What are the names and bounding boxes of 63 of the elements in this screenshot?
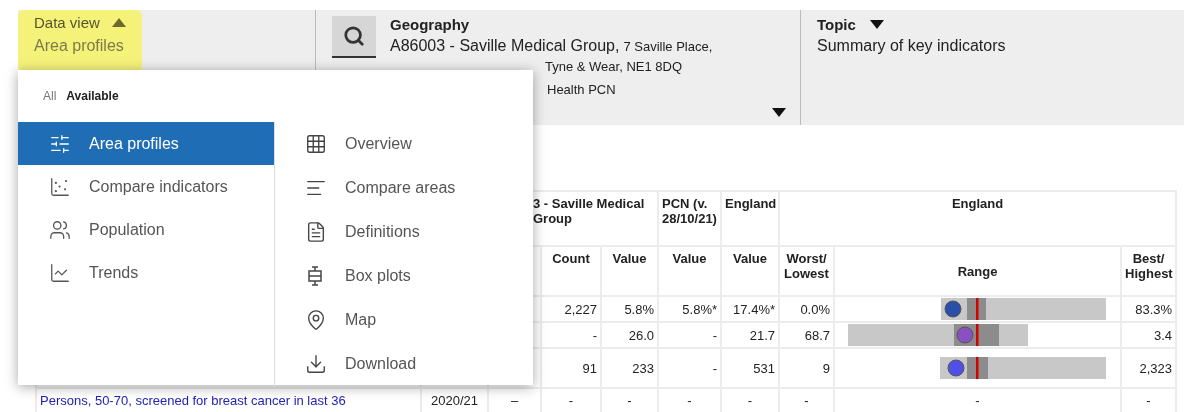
data-view-value: Area profiles	[34, 37, 125, 55]
search-icon	[343, 25, 365, 47]
sliders-icon	[49, 132, 71, 155]
table-cell: 91	[541, 348, 601, 388]
topic-label[interactable]: Topic	[817, 16, 856, 33]
menu-item[interactable]: Trends	[18, 251, 274, 294]
table-cell: -	[541, 322, 601, 348]
document-icon	[305, 221, 327, 243]
address-text: Tyne & Wear, NE1 8DQ	[545, 59, 684, 74]
column-header: England	[779, 191, 1177, 246]
scatter-chart-icon	[49, 175, 71, 198]
table-cell: 5.8%*	[658, 296, 721, 322]
column-header: England	[721, 191, 779, 246]
period-text: 2020/21	[431, 393, 478, 408]
column-header: Worst/ Lowest	[779, 246, 834, 296]
menu-item[interactable]: Area profiles	[18, 122, 274, 165]
map-pin-icon	[305, 309, 327, 331]
table-cell: 233	[601, 348, 658, 388]
column-header: Best/ Highest	[1121, 246, 1177, 296]
table-cell: 3.4	[1121, 322, 1177, 348]
table-cell: -	[658, 348, 721, 388]
table-cell: 26.0	[601, 322, 658, 348]
table-cell: 5.8%	[601, 296, 658, 322]
menu-tab[interactable]: Available	[66, 88, 119, 104]
practice-name: A86003 - Saville Medical Group,	[390, 37, 620, 55]
search-button[interactable]	[332, 16, 376, 58]
column-header: Value	[601, 246, 658, 296]
menu-item[interactable]: Map	[275, 298, 533, 342]
caret-icon[interactable]	[772, 108, 786, 117]
table-cell: 68.7	[779, 322, 834, 348]
column-header: PCN (v. 28/10/21)	[658, 191, 721, 246]
table-cell: 17.4%*	[721, 296, 779, 322]
menu-item[interactable]: Population	[18, 208, 274, 251]
table-cell: -	[975, 393, 980, 408]
table-cell: 0.0%	[779, 296, 834, 322]
grid-icon	[305, 133, 327, 155]
column-header: Value	[721, 246, 779, 296]
caret-icon	[869, 20, 884, 29]
menu-item[interactable]: Compare indicators	[18, 165, 274, 208]
table-cell: 9	[779, 348, 834, 388]
table-cell: 2,227	[541, 296, 601, 322]
menu-item[interactable]: Download	[275, 342, 533, 386]
table-cell: 21.7	[721, 322, 779, 348]
menu-item[interactable]: Overview	[275, 122, 533, 166]
column-header: Range	[834, 246, 1121, 296]
geography-label: Geography	[390, 16, 471, 33]
people-icon	[49, 218, 71, 241]
column-header: Value	[658, 246, 721, 296]
data-view-label[interactable]: Data view	[34, 14, 100, 31]
download-icon	[305, 353, 327, 375]
table-cell: 2,323	[1121, 348, 1177, 388]
column-header: Count	[541, 246, 601, 296]
menu-item[interactable]: Box plots	[275, 254, 533, 298]
box-plot-icon	[305, 266, 325, 286]
menu-tab[interactable]: All	[43, 88, 57, 104]
line-chart-icon	[49, 261, 71, 284]
trend-mark: –	[510, 393, 519, 408]
table-cell: 531	[721, 348, 779, 388]
table-cell: 83.3%	[1121, 296, 1177, 322]
table-cell: -	[658, 322, 721, 348]
topic-value: Summary of key indicators	[817, 37, 1007, 55]
pcn-text: Health PCN	[547, 82, 617, 97]
address-text: 7 Saville Place,	[623, 39, 713, 54]
